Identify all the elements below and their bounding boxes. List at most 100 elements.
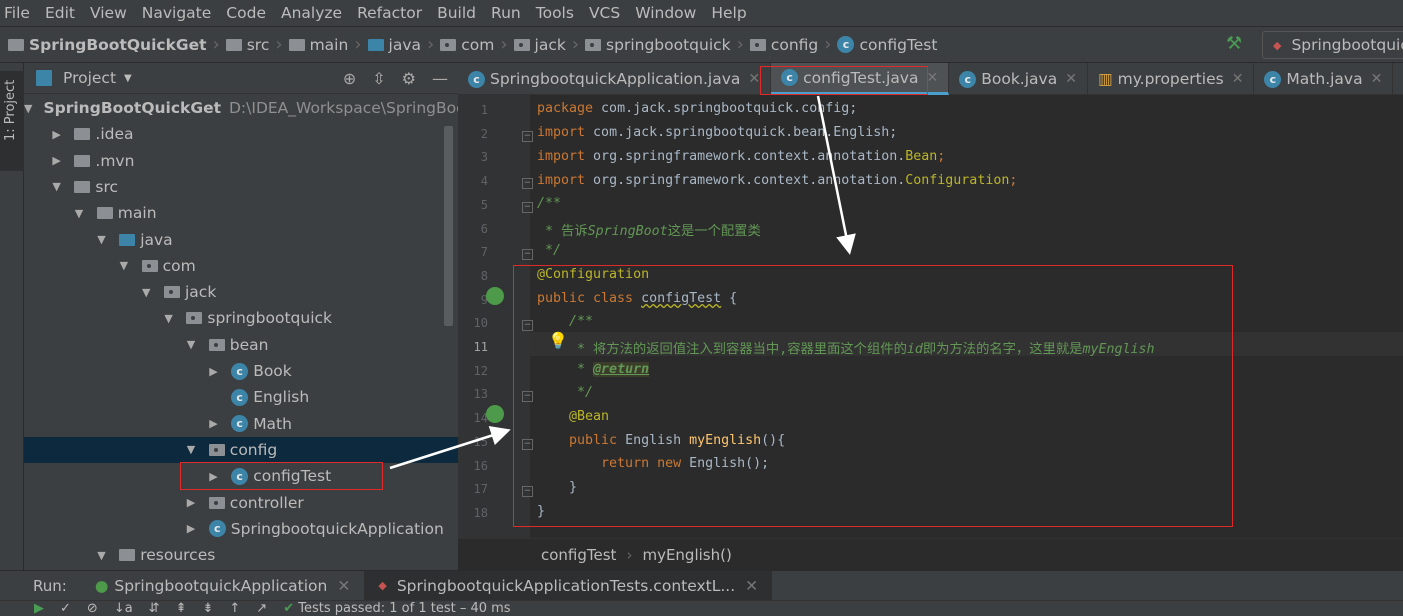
tree-item[interactable]: ▼ SpringBootQuickGet D:\IDEA_Workspace\Spr… xyxy=(24,95,466,121)
crumb-config[interactable]: config › xyxy=(749,34,831,55)
editor-tab[interactable]: c Book.java ✕ xyxy=(949,63,1088,95)
menu-view[interactable]: View xyxy=(90,4,127,22)
build-hammer-icon[interactable]: ⚒ xyxy=(1226,33,1242,54)
collapsed-arrow-icon[interactable]: ▶ xyxy=(187,522,203,535)
expanded-arrow-icon[interactable]: ▼ xyxy=(24,102,32,115)
fold-marker-icon[interactable]: − xyxy=(522,320,533,332)
crumb-configtest[interactable]: c configTest xyxy=(837,36,937,54)
fold-marker-icon[interactable]: − xyxy=(522,486,533,498)
expanded-arrow-icon[interactable]: ▼ xyxy=(97,233,113,246)
spring-bean-gutter-icon[interactable] xyxy=(486,287,504,305)
export-icon[interactable]: ↗ xyxy=(256,601,267,616)
fold-marker-icon[interactable]: − xyxy=(522,178,533,190)
expanded-arrow-icon[interactable]: ▼ xyxy=(187,338,203,351)
tree-item[interactable]: ▶ controller xyxy=(24,490,458,516)
menu-analyze[interactable]: Analyze xyxy=(281,4,342,22)
fold-marker-icon[interactable]: − xyxy=(522,201,533,213)
tree-item[interactable]: ▼ com xyxy=(24,253,458,279)
crumb-java[interactable]: java › xyxy=(367,34,434,55)
tree-item[interactable]: ▼ resources xyxy=(24,542,458,568)
tree-item[interactable]: ▶ c SpringbootquickApplication xyxy=(24,516,458,542)
tree-item[interactable]: ▼ jack xyxy=(24,279,458,305)
tree-item[interactable]: ▶ c configTest xyxy=(24,463,458,489)
expanded-arrow-icon[interactable]: ▼ xyxy=(97,549,113,562)
spring-bean-gutter-icon[interactable] xyxy=(486,405,504,423)
gear-icon[interactable]: ⚙ xyxy=(402,69,416,88)
editor-tab[interactable]: c SpringbootquickApplication.java ✕ xyxy=(458,63,772,95)
rerun-icon[interactable]: ▶ xyxy=(34,601,44,616)
close-icon[interactable]: ✕ xyxy=(337,577,350,595)
editor-crumb-class[interactable]: configTest xyxy=(541,546,616,564)
crumb-src[interactable]: src › xyxy=(225,34,283,55)
run-config-select[interactable]: ◆ Springbootquic xyxy=(1262,31,1403,59)
crumb-com[interactable]: com › xyxy=(440,34,508,55)
expanded-arrow-icon[interactable]: ▼ xyxy=(52,180,68,193)
sort-duration-icon[interactable]: ⇵ xyxy=(149,601,160,616)
collapsed-arrow-icon[interactable]: ▶ xyxy=(52,128,68,141)
hide-icon[interactable]: — xyxy=(432,69,448,88)
collapsed-arrow-icon[interactable]: ▶ xyxy=(209,470,225,483)
menu-tools[interactable]: Tools xyxy=(536,4,574,22)
tree-item[interactable]: ▼ springbootquick xyxy=(24,305,458,331)
project-tool-tab[interactable]: 1: Project xyxy=(0,71,24,171)
tree-item[interactable]: ▼ java xyxy=(24,227,458,253)
editor-crumb-method[interactable]: myEnglish() xyxy=(642,546,731,564)
project-view-select[interactable]: Project xyxy=(63,69,116,87)
close-icon[interactable]: ✕ xyxy=(926,70,938,86)
tree-item[interactable]: ▼ main xyxy=(24,200,458,226)
fold-marker-icon[interactable]: − xyxy=(522,249,533,261)
menu-refactor[interactable]: Refactor xyxy=(357,4,422,22)
expanded-arrow-icon[interactable]: ▼ xyxy=(187,443,203,456)
expanded-arrow-icon[interactable]: ▼ xyxy=(142,286,158,299)
menu-code[interactable]: Code xyxy=(226,4,266,22)
run-tab-tests[interactable]: ◆ SpringbootquickApplicationTests.context… xyxy=(364,570,773,601)
dropdown-arrow-icon[interactable]: ▼ xyxy=(124,73,132,84)
close-icon[interactable]: ✕ xyxy=(1371,71,1383,87)
expand-all-icon[interactable]: ⇞ xyxy=(176,601,187,616)
tree-item[interactable]: ▶ c Math xyxy=(24,411,458,437)
fold-marker-icon[interactable]: − xyxy=(522,391,533,403)
collapsed-arrow-icon[interactable]: ▶ xyxy=(209,417,225,430)
editor-tab[interactable]: cS xyxy=(1393,63,1403,95)
collapse-all-icon[interactable]: ⇳ xyxy=(372,69,385,88)
prev-failed-icon[interactable]: ↑ xyxy=(229,601,240,616)
close-icon[interactable]: ✕ xyxy=(745,577,758,595)
fold-marker-icon[interactable]: − xyxy=(522,130,533,142)
menu-help[interactable]: Help xyxy=(711,4,746,22)
lightbulb-icon[interactable]: 💡 xyxy=(548,331,568,350)
tree-scrollbar[interactable] xyxy=(444,126,453,326)
crumb-project[interactable]: SpringBootQuickGet › xyxy=(8,34,220,55)
run-tab-application[interactable]: ● SpringbootquickApplication ✕ xyxy=(81,571,365,601)
collapsed-arrow-icon[interactable]: ▶ xyxy=(52,154,68,167)
tree-item[interactable]: ▶ c Book xyxy=(24,358,458,384)
tree-item[interactable]: ▶ .mvn xyxy=(24,148,458,174)
crumb-springbootquick[interactable]: springbootquick › xyxy=(585,34,744,55)
tree-item[interactable]: ▼ src xyxy=(24,174,458,200)
collapse-all-icon[interactable]: ⇟ xyxy=(202,601,213,616)
crumb-jack[interactable]: jack › xyxy=(513,34,579,55)
close-icon[interactable]: ✕ xyxy=(748,71,760,87)
show-ignored-icon[interactable]: ⊘ xyxy=(87,601,98,616)
close-icon[interactable]: ✕ xyxy=(1232,71,1244,87)
expanded-arrow-icon[interactable]: ▼ xyxy=(120,259,136,272)
menu-file[interactable]: File xyxy=(4,4,30,22)
menu-navigate[interactable]: Navigate xyxy=(142,4,212,22)
menu-edit[interactable]: Edit xyxy=(45,4,75,22)
expanded-arrow-icon[interactable]: ▼ xyxy=(75,207,91,220)
menu-window[interactable]: Window xyxy=(635,4,696,22)
tree-item[interactable]: c English xyxy=(24,384,458,410)
editor-tab[interactable]: c Math.java ✕ xyxy=(1254,63,1394,95)
editor-tab[interactable]: ▥ my.properties ✕ xyxy=(1088,63,1255,95)
collapsed-arrow-icon[interactable]: ▶ xyxy=(187,496,203,509)
menu-vcs[interactable]: VCS xyxy=(589,4,620,22)
menu-run[interactable]: Run xyxy=(491,4,521,22)
fold-marker-icon[interactable]: − xyxy=(522,438,533,450)
show-passed-icon[interactable]: ✓ xyxy=(60,601,71,616)
tree-item[interactable]: ▼ config xyxy=(24,436,458,463)
tree-item[interactable]: ▶ .idea xyxy=(24,121,458,147)
crumb-main[interactable]: main › xyxy=(288,34,362,55)
close-icon[interactable]: ✕ xyxy=(1065,71,1077,87)
menu-build[interactable]: Build xyxy=(437,4,476,22)
sort-alpha-icon[interactable]: ↓a xyxy=(114,601,133,616)
collapsed-arrow-icon[interactable]: ▶ xyxy=(209,365,225,378)
